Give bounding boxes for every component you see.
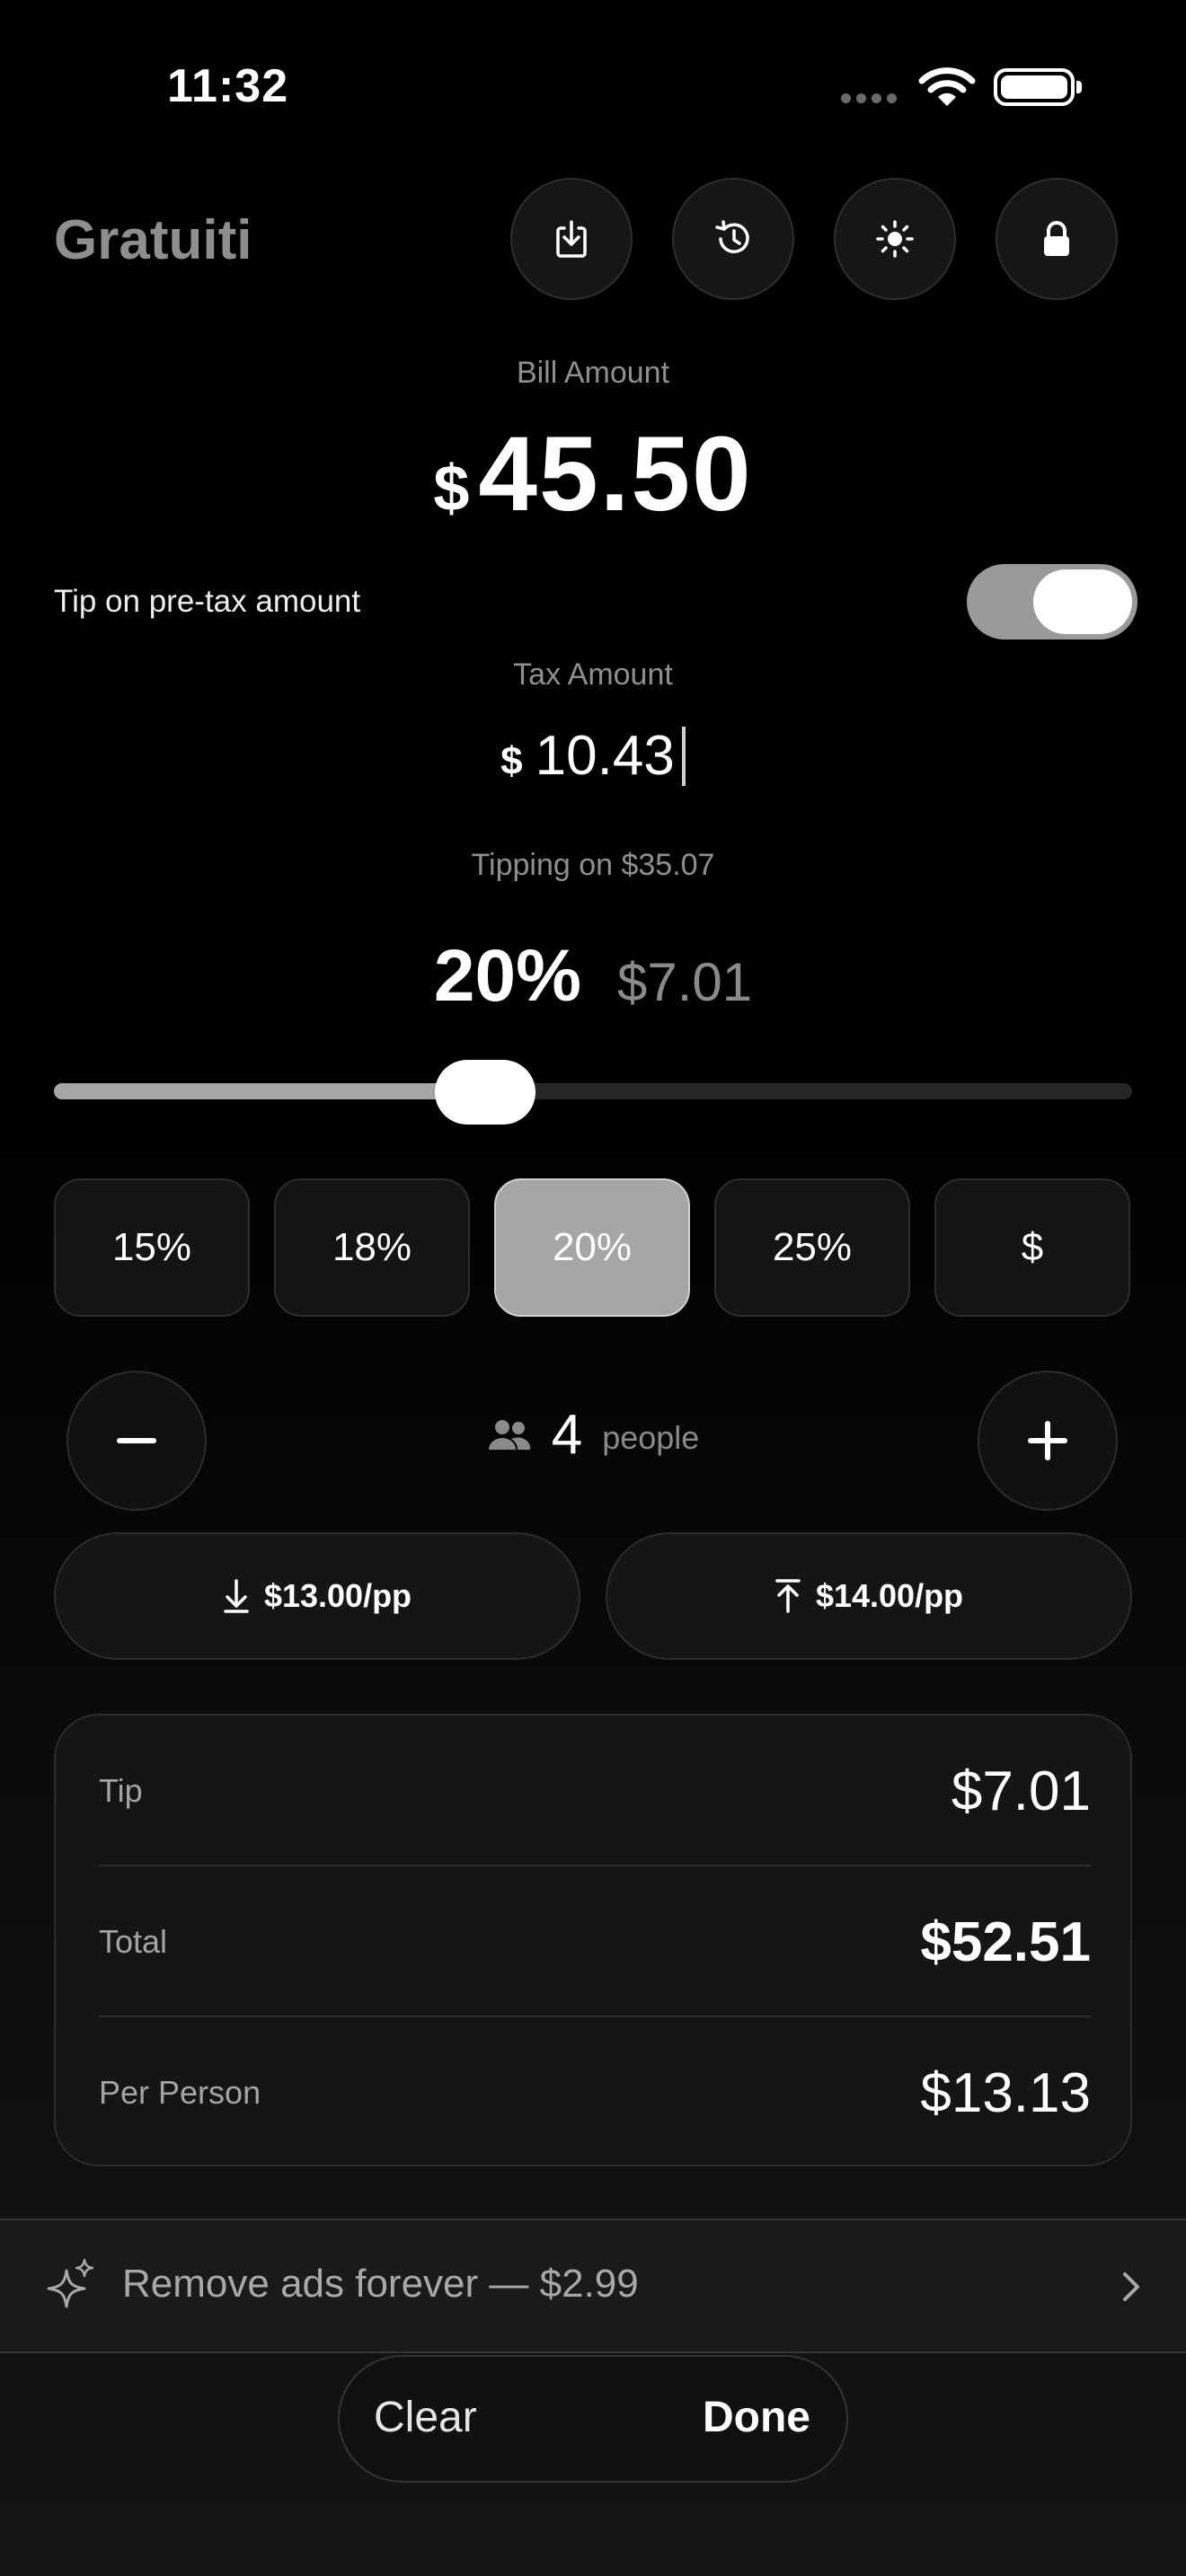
summary-total-label: Total — [99, 1923, 168, 1960]
preset-18-button[interactable]: 18% — [274, 1178, 470, 1317]
lock-button[interactable] — [996, 178, 1118, 300]
clear-button[interactable]: Clear — [374, 2393, 477, 2442]
tip-display: 20% $7.01 — [0, 934, 1186, 1019]
round-down-button[interactable]: $13.00/pp — [54, 1532, 580, 1660]
save-receipt-button[interactable] — [510, 178, 633, 300]
toggle-knob — [1033, 569, 1132, 634]
remove-ads-text: Remove ads forever — $2.99 — [122, 2262, 639, 2306]
bill-amount-value: 45.50 — [478, 415, 753, 534]
tip-slider-thumb[interactable] — [435, 1060, 535, 1125]
cellular-signal-icon — [841, 93, 897, 103]
preset-15-button[interactable]: 15% — [54, 1178, 250, 1317]
chevron-right-icon — [1121, 2271, 1141, 2307]
tip-amount: $7.01 — [616, 952, 753, 1012]
people-label: people — [602, 1418, 700, 1456]
preset-20-button[interactable]: 20% — [494, 1178, 690, 1317]
done-button[interactable]: Done — [703, 2393, 810, 2442]
sparkles-icon — [45, 2258, 95, 2316]
history-icon — [715, 220, 749, 253]
battery-icon — [994, 68, 1082, 106]
tipping-on-text: Tipping on $35.07 — [471, 848, 715, 882]
summary-total-value: $52.51 — [920, 1910, 1091, 1973]
arrow-up-icon — [775, 1579, 801, 1613]
tax-amount-input[interactable]: $ 10.43 — [0, 724, 1186, 788]
tax-currency-symbol: $ — [500, 739, 523, 783]
summary-tip-row: Tip $7.01 — [99, 1716, 1091, 1866]
tip-percent: 20% — [433, 935, 581, 1017]
summary-per-person-value: $13.13 — [920, 2061, 1091, 2124]
wifi-icon — [918, 66, 976, 112]
tax-amount-label: Tax Amount — [513, 657, 673, 692]
arrow-down-icon — [224, 1579, 249, 1613]
bill-amount-input[interactable]: $ 45.50 — [0, 413, 1186, 535]
tax-amount-value: 10.43 — [535, 725, 675, 787]
save-receipt-icon — [556, 220, 587, 258]
pretax-toggle[interactable] — [967, 564, 1137, 640]
custom-amount-button[interactable]: $ — [934, 1178, 1130, 1317]
brightness-button[interactable] — [834, 178, 956, 300]
summary-card: Tip $7.01 Total $52.51 Per Person $13.13 — [54, 1714, 1132, 2166]
status-time: 11:32 — [167, 60, 289, 112]
round-up-label: $14.00/pp — [815, 1577, 964, 1614]
people-count: 4 — [551, 1404, 583, 1466]
summary-per-person-row: Per Person $13.13 — [99, 2017, 1091, 2168]
summary-tip-label: Tip — [99, 1772, 143, 1809]
round-up-button[interactable]: $14.00/pp — [606, 1532, 1132, 1660]
summary-total-row: Total $52.51 — [99, 1866, 1091, 2017]
preset-25-button[interactable]: 25% — [714, 1178, 910, 1317]
bill-amount-label: Bill Amount — [516, 356, 670, 390]
summary-tip-value: $7.01 — [951, 1760, 1091, 1822]
brightness-icon — [876, 220, 914, 258]
app-title: Gratuiti — [54, 209, 252, 271]
text-cursor — [681, 726, 686, 786]
round-down-label: $13.00/pp — [263, 1577, 412, 1614]
pretax-toggle-label: Tip on pre-tax amount — [54, 584, 361, 619]
tip-slider-fill — [54, 1083, 485, 1099]
lock-icon — [1044, 221, 1069, 256]
people-icon — [488, 1419, 530, 1450]
history-button[interactable] — [672, 178, 794, 300]
bill-currency-symbol: $ — [433, 453, 470, 525]
plus-icon — [1028, 1421, 1067, 1460]
increase-people-button[interactable] — [978, 1371, 1118, 1511]
summary-per-person-label: Per Person — [99, 2074, 261, 2111]
